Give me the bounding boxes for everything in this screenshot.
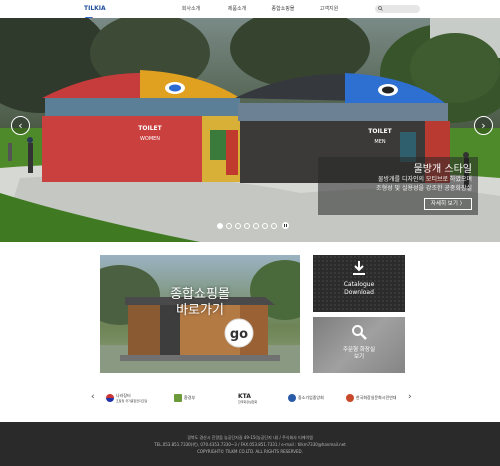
partner-logo-4[interactable]: 중소기업중앙회: [288, 392, 324, 404]
logo[interactable]: TILKIA: [84, 3, 114, 25]
left-booth-brand: TOILET: [138, 125, 162, 132]
shopping-mall-banner[interactable]: 종합쇼핑몰 바로가기: [100, 255, 300, 373]
search-icon: [378, 6, 383, 11]
chevron-left-icon: ‹: [91, 392, 95, 402]
hero-caption-title: 물방개 스타일: [413, 164, 472, 175]
nav-support[interactable]: 고객지원: [306, 0, 352, 18]
footer-address: 경북도 경산시 진량읍 농공단지길 49-15(농공단지 내) / 주식회사 티…: [187, 435, 313, 440]
slide-dot-4[interactable]: [244, 222, 250, 229]
download-icon: [353, 261, 365, 275]
slide-dot-5[interactable]: [253, 222, 259, 229]
hero-caption-desc-line2: 조형성 및 실용성을 강조한 공중화장실: [376, 185, 472, 192]
partner-logo-1[interactable]: 나라장터 조달청 국가종합전자조달: [106, 392, 147, 404]
hero-slider: TOILET WOMEN TOILET MEN ‹ › 물방개 스타일 물방개를…: [0, 18, 500, 242]
partner-3-name: KTA: [238, 392, 251, 400]
nav-company[interactable]: 회사소개: [168, 0, 214, 18]
hero-next-button[interactable]: ›: [474, 116, 493, 135]
partner-1-symbol-icon: [106, 394, 114, 402]
partner-logo-5[interactable]: 한국화장실문화시민연대: [346, 392, 396, 404]
page: TILKIA 회사소개 제품소개 종합쇼핑몰 고객지원 TOILET WOMEN…: [0, 0, 500, 466]
slide-dot-1[interactable]: [217, 222, 223, 229]
mall-banner-line2: 바로가기: [176, 303, 224, 318]
partner-5-symbol-icon: [346, 394, 354, 402]
catalogue-line2: Download: [344, 289, 374, 296]
order-line2: 보기: [353, 354, 365, 360]
catalogue-label: Catalogue Download: [313, 281, 405, 297]
partner-2-name: 환경부: [184, 395, 196, 400]
mall-banner-label: 종합쇼핑몰 바로가기: [158, 287, 242, 319]
search-icon: [352, 325, 367, 340]
nav-shopping-mall[interactable]: 종합쇼핑몰: [260, 0, 306, 18]
pause-icon[interactable]: [282, 222, 289, 229]
header: TILKIA 회사소개 제품소개 종합쇼핑몰 고객지원: [0, 0, 500, 25]
chevron-left-icon: ‹: [18, 119, 23, 132]
hero-caption-desc-line1: 물방개를 디자인의 모티브로 하였으며: [377, 176, 472, 183]
order-toilet-button[interactable]: 주문형 화장실 보기: [313, 317, 405, 373]
left-booth-sub: WOMEN: [140, 136, 160, 142]
hero-caption-desc: 물방개를 디자인의 모티브로 하였으며 조형성 및 실용성을 강조한 공중화장실: [322, 175, 472, 193]
partner-logo-2[interactable]: 환경부: [174, 392, 195, 404]
footer-contact: TEL.053.851.7330(代), 070.4353.7330~3 / F…: [154, 442, 346, 447]
right-booth-sub: MEN: [374, 139, 385, 145]
slide-dot-2[interactable]: [226, 222, 232, 229]
catalogue-download-button[interactable]: Catalogue Download: [313, 255, 405, 312]
partners-next-button[interactable]: ›: [408, 392, 412, 402]
footer: 경북도 경산시 진량읍 농공단지길 49-15(농공단지 내) / 주식회사 티…: [0, 422, 500, 466]
nav-products[interactable]: 제품소개: [214, 0, 260, 18]
partner-5-name: 한국화장실문화시민연대: [356, 395, 397, 400]
slide-dot-7[interactable]: [271, 222, 277, 229]
go-badge-text: go: [230, 327, 248, 342]
slide-indicators: [217, 222, 289, 229]
partner-logo-3[interactable]: KTA 한국화장실협회: [238, 392, 257, 404]
right-booth-brand: TOILET: [368, 128, 392, 135]
slide-dot-6[interactable]: [262, 222, 268, 229]
go-badge[interactable]: go: [224, 318, 254, 348]
order-label: 주문형 화장실 보기: [313, 347, 405, 361]
chevron-right-icon: ›: [481, 119, 486, 132]
main-nav: 회사소개 제품소개 종합쇼핑몰 고객지원: [168, 0, 352, 18]
partner-carousel: ‹ 나라장터 조달청 국가종합전자조달 환경부 KTA 한국화장실협회 중소기업…: [88, 388, 418, 408]
hero-caption: 물방개 스타일 물방개를 디자인의 모티브로 하였으며 조형성 및 실용성을 강…: [318, 157, 478, 215]
partner-4-name: 중소기업중앙회: [298, 395, 324, 400]
partner-2-symbol-icon: [174, 394, 182, 402]
partner-3-sub: 한국화장실협회: [238, 399, 258, 404]
partners-prev-button[interactable]: ‹: [91, 392, 95, 402]
hero-prev-button[interactable]: ‹: [11, 116, 30, 135]
partner-4-symbol-icon: [288, 394, 296, 402]
footer-copyright: COPYRIGHT© TILKM CO.LTD. ALL RIGHTS RESE…: [197, 449, 303, 454]
order-line1: 주문형 화장실: [342, 347, 376, 353]
catalogue-line1: Catalogue: [343, 281, 375, 288]
chevron-right-icon: ›: [408, 392, 412, 402]
mall-banner-line1: 종합쇼핑몰: [170, 287, 230, 302]
logo-text: TILKIA: [84, 5, 106, 12]
slide-dot-3[interactable]: [235, 222, 241, 229]
partner-1-sub: 조달청 국가종합전자조달: [116, 399, 148, 403]
search-input[interactable]: [375, 5, 420, 13]
more-button[interactable]: 자세히 보기 〉: [424, 198, 472, 210]
